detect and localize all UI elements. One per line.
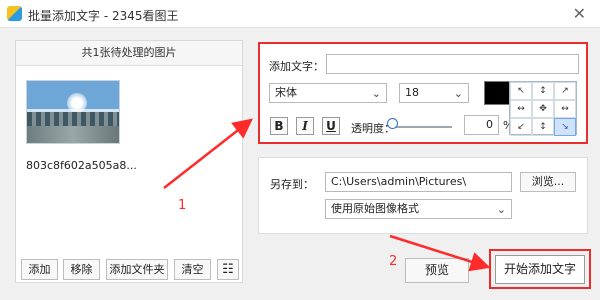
annotation-number-1: 1 (178, 198, 187, 213)
add-text-input[interactable] (326, 54, 579, 74)
position-bottom-center-icon[interactable]: ↕ (532, 118, 554, 136)
preview-button[interactable]: 预览 (405, 258, 469, 283)
position-bottom-right-icon[interactable]: ↘ (554, 118, 576, 136)
start-add-text-button[interactable]: 开始添加文字 (495, 255, 585, 284)
chevron-down-icon: ⌄ (496, 203, 506, 216)
image-count-header: 共1张待处理的图片 (16, 41, 242, 66)
position-middle-left-icon[interactable]: ↔ (510, 100, 532, 118)
position-bottom-left-icon[interactable]: ↙ (510, 118, 532, 136)
add-button[interactable]: 添加 (21, 259, 58, 280)
image-list-panel: 共1张待处理的图片 803c8f602a505a8... (15, 40, 243, 283)
app-logo-icon (7, 6, 22, 21)
list-view-icon[interactable]: ☷ (217, 259, 239, 280)
browse-button[interactable]: 浏览... (520, 172, 576, 192)
bold-button[interactable]: B (270, 117, 288, 135)
close-icon[interactable]: ✕ (573, 4, 586, 23)
add-folder-button[interactable]: 添加文件夹 (106, 259, 168, 280)
position-top-left-icon[interactable]: ↖ (510, 82, 532, 100)
position-top-center-icon[interactable]: ↕ (532, 82, 554, 100)
remove-button[interactable]: 移除 (63, 259, 100, 280)
italic-button[interactable]: I (296, 117, 314, 135)
window-title: 批量添加文字 - 2345看图王 (28, 9, 179, 23)
underline-button[interactable]: U (322, 117, 340, 135)
image-format-value: 使用原始图像格式 (331, 202, 419, 215)
image-format-select[interactable]: 使用原始图像格式 ⌄ (325, 199, 512, 219)
opacity-slider-handle[interactable] (387, 118, 398, 129)
annotation-number-2: 2 (389, 254, 398, 269)
title-bar: 批量添加文字 - 2345看图王 ✕ (0, 0, 600, 28)
font-size-select[interactable]: 18 ⌄ (399, 83, 469, 103)
position-middle-right-icon[interactable]: ↔ (554, 100, 576, 118)
save-settings-panel: 另存到： C:\Users\admin\Pictures\ 浏览... 使用原始… (258, 157, 588, 234)
font-size-value: 18 (405, 86, 419, 99)
image-file-name: 803c8f602a505a8... (26, 159, 137, 172)
opacity-input[interactable]: 0 (464, 115, 499, 135)
save-path-input[interactable]: C:\Users\admin\Pictures\ (325, 172, 512, 192)
chevron-down-icon: ⌄ (371, 87, 381, 100)
position-center-icon[interactable]: ✥ (532, 100, 554, 118)
position-grid: ↖ ↕ ↗ ↔ ✥ ↔ ↙ ↕ ↘ (509, 81, 577, 136)
position-top-right-icon[interactable]: ↗ (554, 82, 576, 100)
font-value: 宋体 (275, 86, 297, 99)
save-to-label: 另存到： (270, 178, 314, 191)
clear-button[interactable]: 清空 (174, 259, 211, 280)
chevron-down-icon: ⌄ (453, 87, 463, 100)
image-thumbnail[interactable] (26, 80, 120, 144)
text-settings-panel: 添加文字： 宋体⌄ 18⌄ B I U 透明度： 0 % ↖ ↕ ↗ ↔ ✥ ↔… (258, 42, 588, 144)
font-select[interactable]: 宋体 ⌄ (269, 83, 387, 103)
opacity-slider-track[interactable] (392, 126, 452, 128)
add-text-label: 添加文字： (269, 60, 324, 73)
